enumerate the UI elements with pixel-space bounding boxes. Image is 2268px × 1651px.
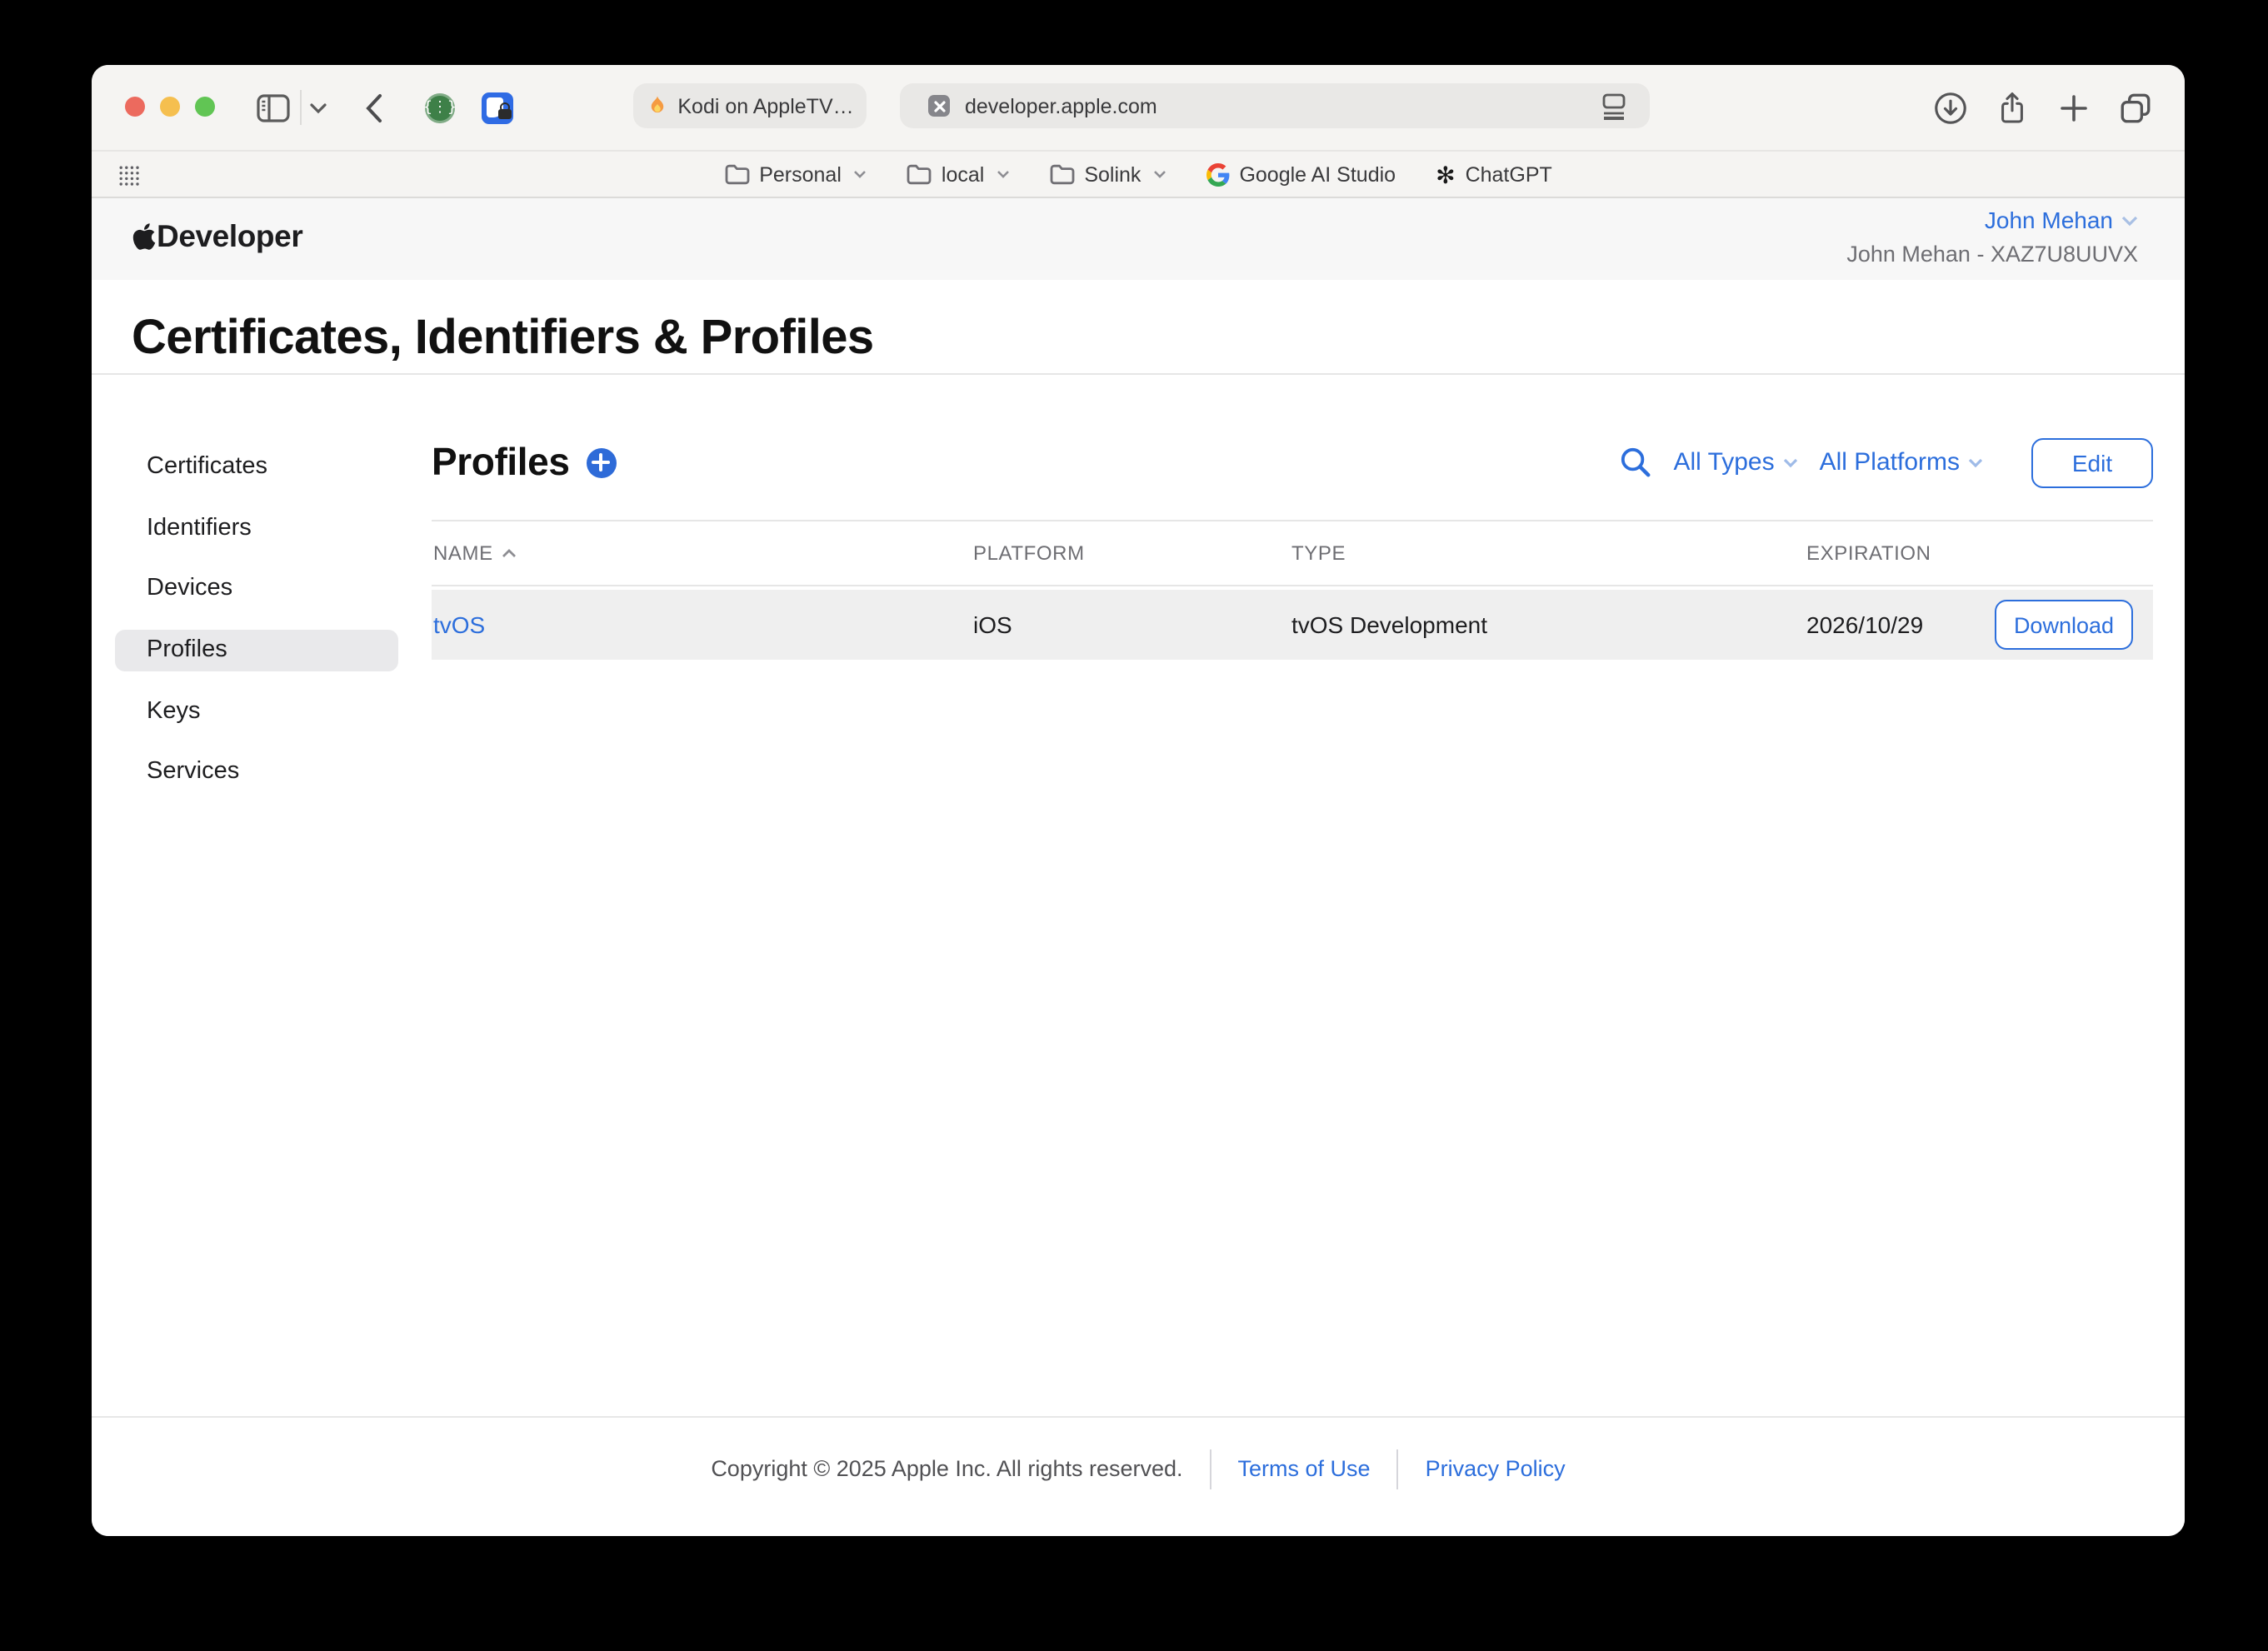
back-button-icon[interactable] xyxy=(365,92,383,122)
new-tab-icon[interactable] xyxy=(2060,93,2088,122)
filters-group: All Types All Platforms Edit xyxy=(1620,437,2153,487)
bookmark-label: local xyxy=(942,162,984,186)
downloads-icon[interactable] xyxy=(1933,90,1968,125)
sidebar-toggle-icon[interactable] xyxy=(257,93,290,122)
google-icon xyxy=(1206,162,1229,186)
add-profile-button[interactable] xyxy=(587,447,617,477)
extension-json-icon[interactable]: {⋮} xyxy=(425,92,455,122)
page-title: Certificates, Identifiers & Profiles xyxy=(132,313,2185,363)
footer-divider xyxy=(1397,1449,1399,1489)
bookmark-google-ai-studio[interactable]: Google AI Studio xyxy=(1206,162,1396,186)
close-window-button[interactable] xyxy=(125,97,145,117)
site-footer: Copyright © 2025 Apple Inc. All rights r… xyxy=(92,1416,2185,1536)
bookmark-label: Solink xyxy=(1084,162,1141,186)
profile-name-link[interactable]: tvOS xyxy=(433,611,485,638)
profiles-section: Profiles All Types xyxy=(432,375,2153,1416)
profile-type: tvOS Development xyxy=(1291,611,1487,638)
filter-label: All Types xyxy=(1673,448,1774,476)
screen: {⋮} Kodi on AppleTV… dev xyxy=(0,0,2268,1651)
tab-developer-apple-com[interactable]: developer.apple.com xyxy=(900,83,1650,128)
column-header-name[interactable]: NAME xyxy=(433,541,517,565)
account-name: John Mehan xyxy=(1985,203,2113,237)
bookmark-folder-personal[interactable]: Personal xyxy=(724,162,867,186)
favorites-grid-icon[interactable] xyxy=(118,165,140,195)
sidebar: Certificates Identifiers Devices Profile… xyxy=(92,375,432,1416)
filter-all-types[interactable]: All Types xyxy=(1673,448,1797,476)
extension-privacy-lock-icon[interactable] xyxy=(482,92,513,123)
chevron-down-icon xyxy=(996,170,1009,178)
edit-button[interactable]: Edit xyxy=(2031,437,2153,487)
table-header: NAME PLATFORM TYPE EXPIRATION xyxy=(432,520,2153,586)
sidebar-item-identifiers[interactable]: Identifiers xyxy=(115,508,398,550)
filter-all-platforms[interactable]: All Platforms xyxy=(1820,448,1983,476)
browser-toolbar: {⋮} Kodi on AppleTV… dev xyxy=(92,65,2185,150)
folder-icon xyxy=(907,163,932,185)
toolbar-divider xyxy=(300,90,302,125)
minimize-window-button[interactable] xyxy=(160,97,180,117)
sidebar-item-certificates[interactable]: Certificates xyxy=(115,447,398,489)
profiles-header-row: Profiles All Types xyxy=(432,375,2153,520)
plus-icon xyxy=(592,453,611,471)
terms-of-use-link[interactable]: Terms of Use xyxy=(1238,1456,1371,1481)
filter-label: All Platforms xyxy=(1820,448,1960,476)
sidebar-item-profiles[interactable]: Profiles xyxy=(115,630,398,671)
profile-expiration: 2026/10/29 xyxy=(1806,611,1923,638)
footer-divider xyxy=(1210,1449,1211,1489)
search-icon[interactable] xyxy=(1620,446,1651,478)
site-favicon xyxy=(928,95,950,117)
safari-window: {⋮} Kodi on AppleTV… dev xyxy=(92,65,2185,1536)
account-area: John Mehan John Mehan - XAZ7U8UUVX xyxy=(1846,203,2138,272)
column-header-expiration[interactable]: EXPIRATION xyxy=(1806,541,1931,565)
zoom-window-button[interactable] xyxy=(195,97,215,117)
apple-developer-logo[interactable]: Developer xyxy=(132,218,302,255)
chevron-down-icon xyxy=(2121,214,2138,226)
chevron-down-icon xyxy=(1968,457,1983,467)
chatgpt-icon: ✻ xyxy=(1436,162,1455,186)
privacy-policy-link[interactable]: Privacy Policy xyxy=(1426,1456,1566,1481)
sidebar-item-keys[interactable]: Keys xyxy=(115,691,398,732)
column-label: NAME xyxy=(433,541,493,565)
copyright-text: Copyright © 2025 Apple Inc. All rights r… xyxy=(711,1456,1182,1481)
apple-icon xyxy=(132,222,157,252)
share-icon[interactable] xyxy=(1996,89,2028,126)
bookmarks-bar: Personal local Solink xyxy=(92,150,2185,198)
profiles-heading: Profiles xyxy=(432,440,570,485)
brand-label: Developer xyxy=(157,218,302,255)
column-header-platform[interactable]: PLATFORM xyxy=(973,541,1085,565)
chevron-down-icon xyxy=(853,170,867,178)
developer-site-header: Developer John Mehan John Mehan - XAZ7U8… xyxy=(92,198,2185,280)
table-row: tvOS iOS tvOS Development 2026/10/29 Dow… xyxy=(432,590,2153,660)
content-area: Certificates Identifiers Devices Profile… xyxy=(92,375,2185,1416)
fire-icon xyxy=(646,93,667,118)
tab-title: Kodi on AppleTV… xyxy=(677,94,853,117)
url-text: developer.apple.com xyxy=(965,94,1157,117)
account-detail: John Mehan - XAZ7U8UUVX xyxy=(1846,238,2138,272)
folder-icon xyxy=(1049,163,1074,185)
bookmark-chatgpt[interactable]: ✻ ChatGPT xyxy=(1436,162,1552,186)
bookmark-folder-solink[interactable]: Solink xyxy=(1049,162,1166,186)
sort-asc-icon xyxy=(502,548,517,558)
page-format-icon[interactable] xyxy=(1601,93,1626,125)
chevron-down-icon[interactable] xyxy=(310,102,327,113)
bookmark-folder-local[interactable]: local xyxy=(907,162,1009,186)
sidebar-item-devices[interactable]: Devices xyxy=(115,569,398,611)
bookmark-label: Google AI Studio xyxy=(1239,162,1396,186)
chevron-down-icon xyxy=(1783,457,1798,467)
chevron-down-icon xyxy=(1152,170,1166,178)
bookmark-label: Personal xyxy=(759,162,842,186)
tab-overview-icon[interactable] xyxy=(2118,90,2153,125)
bookmark-label: ChatGPT xyxy=(1466,162,1552,186)
column-header-type[interactable]: TYPE xyxy=(1291,541,1346,565)
folder-icon xyxy=(724,163,749,185)
account-menu-link[interactable]: John Mehan xyxy=(1985,203,2138,237)
profile-platform: iOS xyxy=(973,611,1012,638)
download-button[interactable]: Download xyxy=(1995,600,2133,650)
page-title-bar: Certificates, Identifiers & Profiles xyxy=(92,280,2185,375)
tab-kodi-on-appletv[interactable]: Kodi on AppleTV… xyxy=(633,83,867,128)
sidebar-item-services[interactable]: Services xyxy=(115,752,398,794)
